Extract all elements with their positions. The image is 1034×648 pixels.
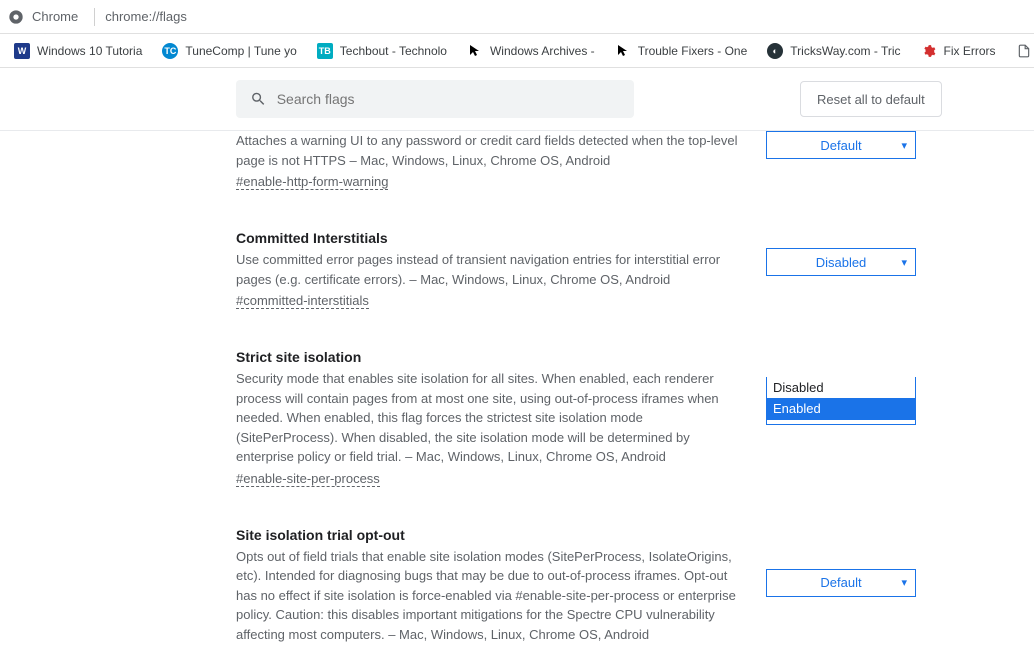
bookmark-bar: W Windows 10 Tutoria TC TuneComp | Tune …	[0, 34, 1034, 68]
flag-item: Attaches a warning UI to any password or…	[236, 131, 930, 190]
bookmark-item[interactable]: ◐ TricksWay.com - Tric	[757, 39, 910, 63]
bookmark-item[interactable]: TC TuneComp | Tune yo	[152, 39, 306, 63]
flag-description: Attaches a warning UI to any password or…	[236, 131, 746, 170]
bookmark-item[interactable]: Trouble Fixers - One	[605, 39, 758, 63]
flag-title: Committed Interstitials	[236, 230, 746, 246]
flag-description: Security mode that enables site isolatio…	[236, 369, 746, 467]
search-icon	[250, 90, 267, 108]
bookmark-label: Techbout - Technolo	[340, 44, 447, 58]
bookmark-item[interactable]: Fix W	[1006, 39, 1034, 63]
site-icon: ◐	[767, 43, 783, 59]
flag-item: Committed Interstitials Use committed er…	[236, 190, 930, 309]
flag-description: Opts out of field trials that enable sit…	[236, 547, 746, 645]
site-icon: TB	[317, 43, 333, 59]
gear-icon	[921, 43, 937, 59]
flag-select-value: Disabled	[816, 255, 867, 270]
flag-select-value: Default	[820, 575, 861, 590]
flag-item: Site isolation trial opt-out Opts out of…	[236, 487, 930, 648]
site-icon: TC	[162, 43, 178, 59]
omnibox-url[interactable]: chrome://flags	[105, 9, 187, 24]
flag-select-value: Default	[820, 138, 861, 153]
bookmark-item[interactable]: TB Techbout - Technolo	[307, 39, 457, 63]
bookmark-item[interactable]: Fix Errors	[911, 39, 1006, 63]
flag-hash-link[interactable]: #enable-site-per-process	[236, 471, 380, 487]
bookmark-item[interactable]: W Windows 10 Tutoria	[4, 39, 152, 63]
chrome-icon	[8, 9, 24, 25]
page-icon	[1016, 43, 1032, 59]
search-box[interactable]	[236, 80, 634, 118]
flag-hash-link[interactable]: #committed-interstitials	[236, 293, 369, 309]
chrome-label: Chrome	[32, 9, 78, 24]
flag-title: Site isolation trial opt-out	[236, 527, 746, 543]
flag-select[interactable]: Default	[766, 131, 916, 159]
omnibox-bar: Chrome chrome://flags	[0, 0, 1034, 34]
flag-select[interactable]: Disabled	[766, 248, 916, 276]
dropdown-option-disabled[interactable]: Disabled	[767, 377, 915, 398]
flag-hash-link[interactable]: #enable-http-form-warning	[236, 174, 388, 190]
bookmark-item[interactable]: Windows Archives -	[457, 39, 605, 63]
cursor-icon	[615, 43, 631, 59]
bookmark-label: Trouble Fixers - One	[638, 44, 748, 58]
search-input[interactable]	[277, 91, 620, 107]
site-icon: W	[14, 43, 30, 59]
flags-list: Attaches a warning UI to any password or…	[0, 131, 930, 648]
bookmark-label: TricksWay.com - Tric	[790, 44, 900, 58]
bookmark-label: Windows 10 Tutoria	[37, 44, 142, 58]
flag-description: Use committed error pages instead of tra…	[236, 250, 746, 289]
flag-item: Strict site isolation Security mode that…	[236, 309, 930, 487]
cursor-icon	[467, 43, 483, 59]
flag-title: Strict site isolation	[236, 349, 746, 365]
omnibox-divider	[94, 8, 95, 26]
flag-select[interactable]: Default	[766, 569, 916, 597]
bookmark-label: Fix Errors	[944, 44, 996, 58]
flag-select-dropdown: Disabled Enabled	[766, 377, 916, 420]
bookmark-label: TuneComp | Tune yo	[185, 44, 296, 58]
flags-header: Reset all to default	[0, 68, 1034, 131]
dropdown-option-enabled[interactable]: Enabled	[767, 398, 915, 419]
bookmark-label: Windows Archives -	[490, 44, 595, 58]
reset-all-button[interactable]: Reset all to default	[800, 81, 942, 117]
